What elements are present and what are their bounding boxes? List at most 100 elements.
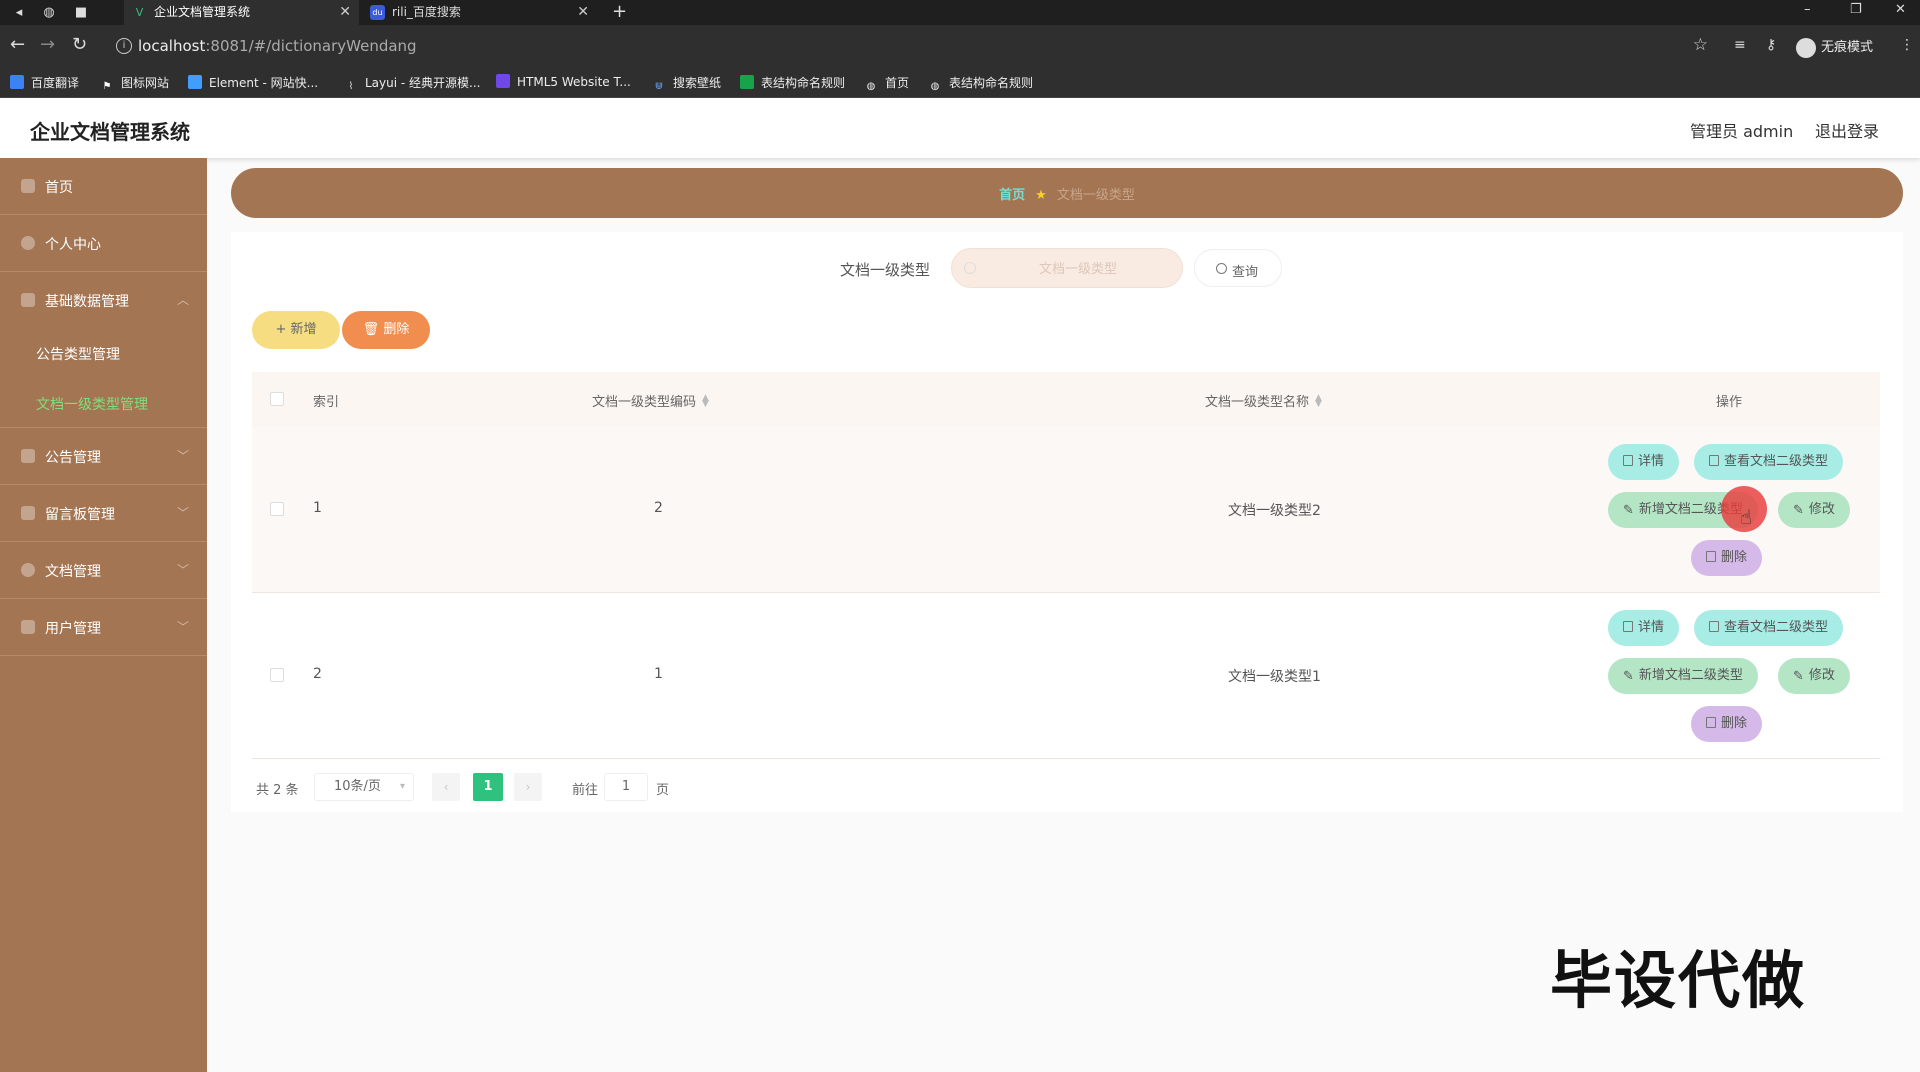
html5-icon (496, 74, 510, 88)
breadcrumb-home[interactable]: 首页 (999, 188, 1025, 203)
incognito-profile[interactable]: 无痕模式 (1796, 36, 1873, 58)
column-header-actions: 操作 (1716, 395, 1743, 410)
column-header-code[interactable]: 文档一级类型编码 ▲ ▼ (592, 391, 709, 411)
search-field[interactable] (951, 248, 1183, 288)
delete-button[interactable]: 删除 (1691, 706, 1763, 742)
home-icon (21, 179, 35, 193)
chevron-down-icon: ﹀ (176, 620, 189, 634)
bookmark-item[interactable]: ⌇ Layui - 经典开源模... (344, 74, 481, 94)
bookmark-item[interactable]: ◍ 表结构命名规则 (928, 74, 1033, 94)
sidebar-item-base-data[interactable]: 基础数据管理 ︿ (0, 272, 207, 329)
sidebar-subitem-notice-type[interactable]: 公告类型管理 (0, 328, 207, 378)
sidebar-item-profile[interactable]: 个人中心 (0, 215, 207, 272)
detail-button[interactable]: 详情 (1608, 444, 1680, 480)
forward-icon[interactable]: → (40, 35, 55, 55)
new-tab-icon[interactable]: + (612, 0, 627, 24)
reload-icon[interactable]: ↻ (72, 35, 87, 55)
view-subtype-button[interactable]: 查看文档二级类型 (1694, 444, 1844, 480)
message-icon (21, 506, 35, 520)
user-icon (21, 236, 35, 250)
sidebar-item-label: 用户管理 (45, 621, 101, 637)
row-checkbox[interactable] (270, 668, 284, 682)
page-size-select[interactable]: 10条/页 ▾ (314, 773, 414, 801)
sort-icon[interactable]: ▲ ▼ (702, 394, 709, 409)
sidebar-item-home[interactable]: 首页 (0, 158, 207, 215)
sidebar-item-label: 文档管理 (45, 564, 101, 580)
restore-icon[interactable]: ❐ (1850, 0, 1862, 20)
tab-app[interactable]: V 企业文档管理系统 ✕ (124, 0, 359, 25)
sidebar-item-notice[interactable]: 公告管理 ﹀ (0, 428, 207, 485)
cell-name: 文档一级类型2 (1228, 503, 1321, 519)
next-page-button[interactable]: › (514, 773, 542, 801)
add-button[interactable]: + 新增 (252, 311, 340, 349)
browser-tab-bar: ◂ ◍ ■ V 企业文档管理系统 ✕ du rili_百度搜索 ✕ + – ❐ … (0, 0, 1920, 25)
goto-label: 前往 (572, 783, 599, 798)
bookmark-item[interactable]: ◍ 首页 (864, 74, 909, 94)
row-checkbox[interactable] (270, 502, 284, 516)
add-subtype-button[interactable]: ✎ 新增文档二级类型 (1608, 658, 1758, 694)
info-icon[interactable]: i (116, 38, 132, 54)
chevron-down-icon: ﹀ (176, 506, 189, 520)
audio-icon[interactable]: ◂ (10, 4, 28, 21)
detail-button[interactable]: 详情 (1608, 610, 1680, 646)
tab-baidu[interactable]: du rili_百度搜索 ✕ (362, 0, 597, 25)
column-header-index: 索引 (313, 395, 340, 410)
bookmark-item[interactable]: 表结构命名规则 (740, 74, 845, 91)
sidebar-item-document[interactable]: 文档管理 ﹀ (0, 542, 207, 599)
reading-list-icon[interactable]: ≡ (1734, 37, 1746, 53)
sidebar-subitem-doc-type[interactable]: 文档一级类型管理 (0, 378, 207, 428)
window-icon[interactable]: ■ (72, 4, 90, 21)
sidebar-subitem-label: 公告类型管理 (36, 347, 120, 363)
edit-button[interactable]: ✎ 修改 (1778, 492, 1850, 528)
chevron-up-icon: ︿ (176, 293, 189, 307)
sidebar-item-user[interactable]: 用户管理 ﹀ (0, 599, 207, 656)
cell-index: 2 (313, 666, 322, 682)
view-subtype-button[interactable]: 查看文档二级类型 (1694, 610, 1844, 646)
document-icon (1709, 621, 1719, 632)
sort-icon[interactable]: ▲ ▼ (1315, 394, 1322, 409)
incognito-label: 无痕模式 (1821, 40, 1874, 55)
bookmark-star-icon[interactable]: ☆ (1693, 35, 1708, 55)
column-header-name[interactable]: 文档一级类型名称 ▲ ▼ (1205, 391, 1322, 411)
key-icon[interactable]: ⚷ (1766, 37, 1776, 53)
tab-title: rili_百度搜索 (392, 5, 461, 19)
close-icon[interactable]: ✕ (339, 0, 351, 25)
sidebar-item-label: 基础数据管理 (45, 294, 129, 310)
search-icon (1216, 263, 1227, 274)
chevron-down-icon: ▾ (399, 781, 405, 792)
globe-icon[interactable]: ◍ (40, 4, 58, 21)
logout-link[interactable]: 退出登录 (1815, 118, 1879, 142)
select-all-checkbox[interactable] (270, 392, 284, 406)
search-input[interactable] (988, 257, 1168, 281)
edit-button[interactable]: ✎ 修改 (1778, 658, 1850, 694)
goto-page-input[interactable]: 1 (604, 773, 648, 801)
search-button[interactable]: 查询 (1194, 249, 1282, 287)
back-icon[interactable]: ← (10, 35, 25, 55)
url-text[interactable]: localhost:8081/#/dictionaryWendang (138, 37, 417, 55)
bookmark-item[interactable]: HTML5 Website T... (496, 74, 631, 89)
sidebar-item-message[interactable]: 留言板管理 ﹀ (0, 485, 207, 542)
close-icon[interactable]: ✕ (577, 0, 589, 25)
breadcrumb: 首页 ★ 文档一级类型 (231, 168, 1903, 218)
minimize-icon[interactable]: – (1804, 0, 1811, 20)
bookmark-item[interactable]: ⚑ 图标网站 (100, 74, 170, 94)
document-icon (1623, 621, 1633, 632)
bookmark-item[interactable]: ⋓ 搜索壁纸 (652, 74, 721, 94)
document-icon (1623, 455, 1633, 466)
menu-dots-icon[interactable]: ⋮ (1900, 37, 1914, 53)
translate-icon (10, 75, 24, 89)
edit-icon: ✎ (1623, 503, 1634, 518)
bookmark-item[interactable]: 百度翻译 (10, 74, 79, 91)
batch-delete-button[interactable]: 🗑︎ 删除 (342, 311, 430, 349)
bookmark-item[interactable]: Element - 网站快... (188, 74, 318, 91)
page-number-current[interactable]: 1 (473, 773, 503, 801)
delete-button[interactable]: 删除 (1691, 540, 1763, 576)
trash-icon: 🗑︎ (362, 322, 384, 337)
prev-page-button[interactable]: ‹ (432, 773, 460, 801)
edit-icon: ✎ (1793, 503, 1804, 518)
page-suffix: 页 (656, 783, 670, 798)
window-close-icon[interactable]: ✕ (1895, 0, 1906, 20)
url-field[interactable]: i localhost:8081/#/dictionaryWendang ☆ (108, 31, 1708, 61)
address-bar: ← → ↻ i localhost:8081/#/dictionaryWenda… (0, 25, 1920, 67)
cell-name: 文档一级类型1 (1228, 669, 1321, 685)
